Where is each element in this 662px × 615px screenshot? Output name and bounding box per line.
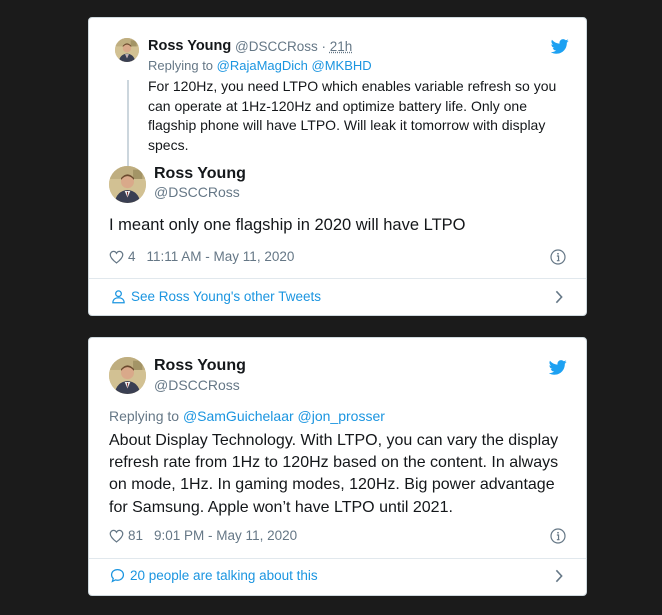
text-line: can operate at 1Hz-120Hz and optimize ba… <box>148 97 527 114</box>
replying-to-label: Replying to <box>109 408 180 424</box>
person-icon <box>111 289 126 304</box>
quoted-author-name[interactable]: Ross Young <box>148 38 231 54</box>
mention-link[interactable]: @SamGuichelaar <box>183 408 294 424</box>
timestamp[interactable]: 11:11 AM - May 11, 2020 <box>147 249 295 264</box>
text-line: specs. <box>148 136 189 153</box>
heart-icon[interactable] <box>109 250 124 264</box>
quoted-avatar[interactable] <box>115 38 139 62</box>
conversation-link[interactable]: 20 people are talking about this <box>110 568 318 583</box>
divider <box>89 278 586 279</box>
tweet-embed-2: Ross Young @DSCCRoss Replying to @SamGui… <box>88 337 587 596</box>
footer-link-label: See Ross Young's other Tweets <box>131 289 321 304</box>
tweet-text: I meant only one flagship in 2020 will h… <box>109 216 466 234</box>
footer-link-label: 20 people are talking about this <box>130 568 318 583</box>
mention-link[interactable]: @RajaMagDich <box>217 58 308 73</box>
dot-separator: · <box>321 39 326 54</box>
chevron-right-icon[interactable] <box>554 569 564 583</box>
tweet-meta: 4 11:11 AM - May 11, 2020 <box>109 249 294 264</box>
timestamp[interactable]: 9:01 PM - May 11, 2020 <box>154 528 297 543</box>
heart-icon[interactable] <box>109 529 124 543</box>
quoted-time[interactable]: 21h <box>330 39 353 54</box>
text-line: About Display Technology. With LTPO, you… <box>109 432 559 449</box>
text-line: for Samsung. Apple won’t have LTPO until… <box>109 498 453 516</box>
mention-link[interactable]: @MKBHD <box>312 58 372 73</box>
info-icon[interactable] <box>550 528 566 544</box>
tweet-meta: 81 9:01 PM - May 11, 2020 <box>109 528 297 543</box>
info-icon[interactable] <box>550 249 566 265</box>
author-name[interactable]: Ross Young <box>154 165 246 183</box>
author-avatar[interactable] <box>109 357 146 394</box>
mention-link[interactable]: @jon_prosser <box>298 408 385 424</box>
speech-bubble-icon <box>110 568 125 583</box>
quoted-tweet-text: For 120Hz, you need LTPO which enables v… <box>148 77 556 155</box>
replying-to-label: Replying to <box>148 58 214 73</box>
quoted-handle-row: @DSCCRoss · 21h <box>235 39 352 54</box>
quoted-handle[interactable]: @DSCCRoss <box>235 39 318 54</box>
twitter-bird-icon[interactable] <box>551 39 569 54</box>
author-handle[interactable]: @DSCCRoss <box>154 184 240 200</box>
text-line: on mode, 1Hz. In gaming modes, 120Hz. Bi… <box>109 476 555 494</box>
thread-line <box>127 80 129 172</box>
quoted-replying-to: Replying to @RajaMagDich @MKBHD <box>148 58 372 73</box>
text-line: refresh rate from 1Hz to 120Hz based on … <box>109 454 559 472</box>
chevron-right-icon[interactable] <box>554 290 564 304</box>
text-line: flagship phone will have LTPO. Will leak… <box>148 117 546 133</box>
twitter-bird-icon[interactable] <box>549 360 567 375</box>
see-other-tweets-link[interactable]: See Ross Young's other Tweets <box>111 289 321 304</box>
tweet-text: About Display Technology. With LTPO, you… <box>109 430 558 519</box>
like-count[interactable]: 81 <box>128 528 143 543</box>
author-avatar[interactable] <box>109 166 146 203</box>
replying-to: Replying to @SamGuichelaar @jon_prosser <box>109 408 385 424</box>
text-line: For 120Hz, you need LTPO which enables v… <box>148 78 557 94</box>
divider <box>89 558 586 559</box>
tweet-embed-1: Ross Young @DSCCRoss · 21h Replying to @… <box>88 17 587 316</box>
like-count[interactable]: 4 <box>128 249 136 264</box>
author-handle[interactable]: @DSCCRoss <box>154 377 240 393</box>
author-name[interactable]: Ross Young <box>154 357 246 375</box>
